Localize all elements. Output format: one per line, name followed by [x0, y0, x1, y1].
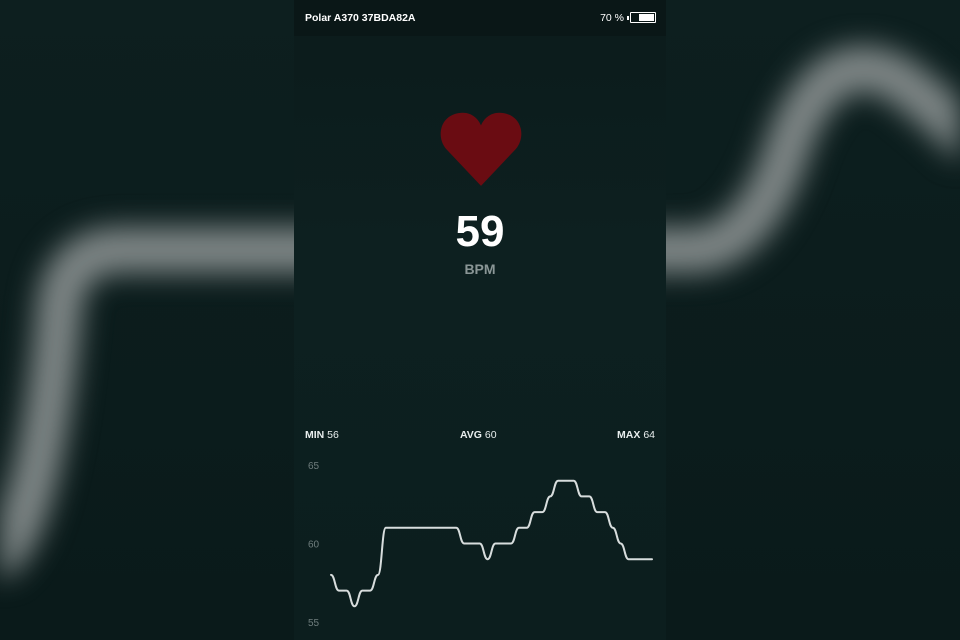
stat-avg-label: AVG: [460, 429, 482, 441]
y-tick-label-60: 60: [308, 540, 320, 551]
stat-max-label: MAX: [617, 429, 641, 441]
y-tick-label-65: 65: [308, 461, 320, 472]
battery-icon: [627, 12, 656, 23]
stat-min: MIN 56: [305, 429, 339, 441]
battery-percent: 70 %: [600, 12, 624, 24]
battery-fill: [639, 14, 654, 21]
heart-rate-value: 59: [455, 207, 505, 256]
heart-icon: [440, 112, 522, 186]
stat-min-label: MIN: [305, 429, 325, 441]
phone-screen: Polar A370 37BDA82A 70 % 59 BPM MIN 56 A…: [294, 0, 666, 640]
stat-min-value: 56: [327, 429, 339, 441]
stat-avg: AVG 60: [460, 429, 497, 441]
battery-terminal: [627, 15, 629, 20]
heart-rate-series-line: [330, 479, 653, 608]
stat-max: MAX 64: [617, 429, 655, 441]
stat-max-value: 64: [643, 429, 655, 441]
stat-avg-value: 60: [484, 429, 497, 441]
device-name: Polar A370 37BDA82A: [305, 12, 416, 24]
heart-rate-chart: 65 60 55: [308, 461, 653, 629]
status-bar: Polar A370 37BDA82A 70 %: [294, 0, 666, 36]
y-tick-label-55: 55: [308, 618, 320, 629]
heart-rate-unit: BPM: [464, 261, 496, 277]
